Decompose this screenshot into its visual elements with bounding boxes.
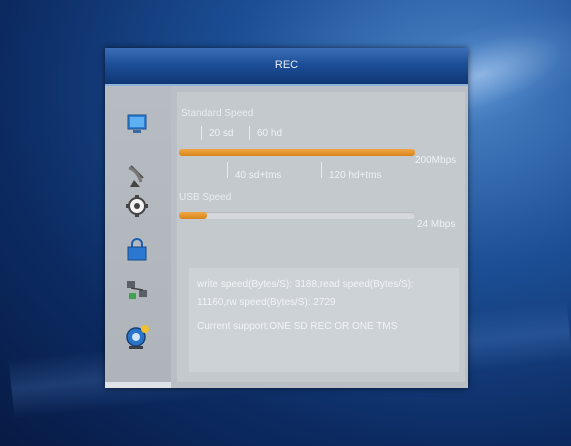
- tick-marker: [321, 162, 322, 178]
- info-line-1: write speed(Bytes/S): 3188,read speed(By…: [197, 279, 414, 290]
- sidebar: [105, 86, 171, 388]
- standard-speed-label: Standard Speed: [181, 108, 254, 119]
- satellite-dish-icon[interactable]: [123, 164, 151, 188]
- tick-marker: [227, 162, 228, 178]
- info-line-2: 11160,rw speed(Bytes/S): 2729: [197, 297, 336, 308]
- sidebar-bottom-strip: [105, 382, 171, 388]
- gear-icon[interactable]: [123, 194, 151, 218]
- standard-speed-value: 200Mbps: [415, 155, 457, 166]
- dialog-title: REC: [105, 48, 468, 86]
- tick-20sd: 20 sd: [209, 128, 234, 139]
- usb-speed-value: 24 Mbps: [417, 219, 456, 230]
- tick-40sd-tms: 40 sd+tms: [235, 170, 282, 181]
- usb-speed-bar: [179, 212, 415, 219]
- rec-content-panel: Standard Speed 20 sd 60 hd 200Mbps 40 sd…: [177, 92, 465, 382]
- tick-marker: [201, 126, 202, 140]
- standard-speed-fill: [179, 149, 415, 156]
- tick-120hd-tms: 120 hd+tms: [329, 170, 382, 181]
- monitor-icon[interactable]: [123, 112, 151, 136]
- tick-marker: [249, 126, 250, 140]
- rec-dialog: REC Standard Speed 20 sd 60 hd 200Mbps 4…: [105, 48, 468, 388]
- speed-info-box: write speed(Bytes/S): 3188,read speed(By…: [189, 268, 459, 372]
- info-line-3: Current support:ONE SD REC OR ONE TMS: [197, 321, 398, 332]
- usb-speed-label: USB Speed: [179, 192, 232, 203]
- network-icon[interactable]: [123, 278, 151, 302]
- tick-60hd: 60 hd: [257, 128, 283, 139]
- record-icon[interactable]: [123, 322, 151, 350]
- usb-speed-fill: [179, 212, 207, 219]
- lock-icon[interactable]: [123, 238, 151, 262]
- standard-speed-bar: [179, 149, 415, 156]
